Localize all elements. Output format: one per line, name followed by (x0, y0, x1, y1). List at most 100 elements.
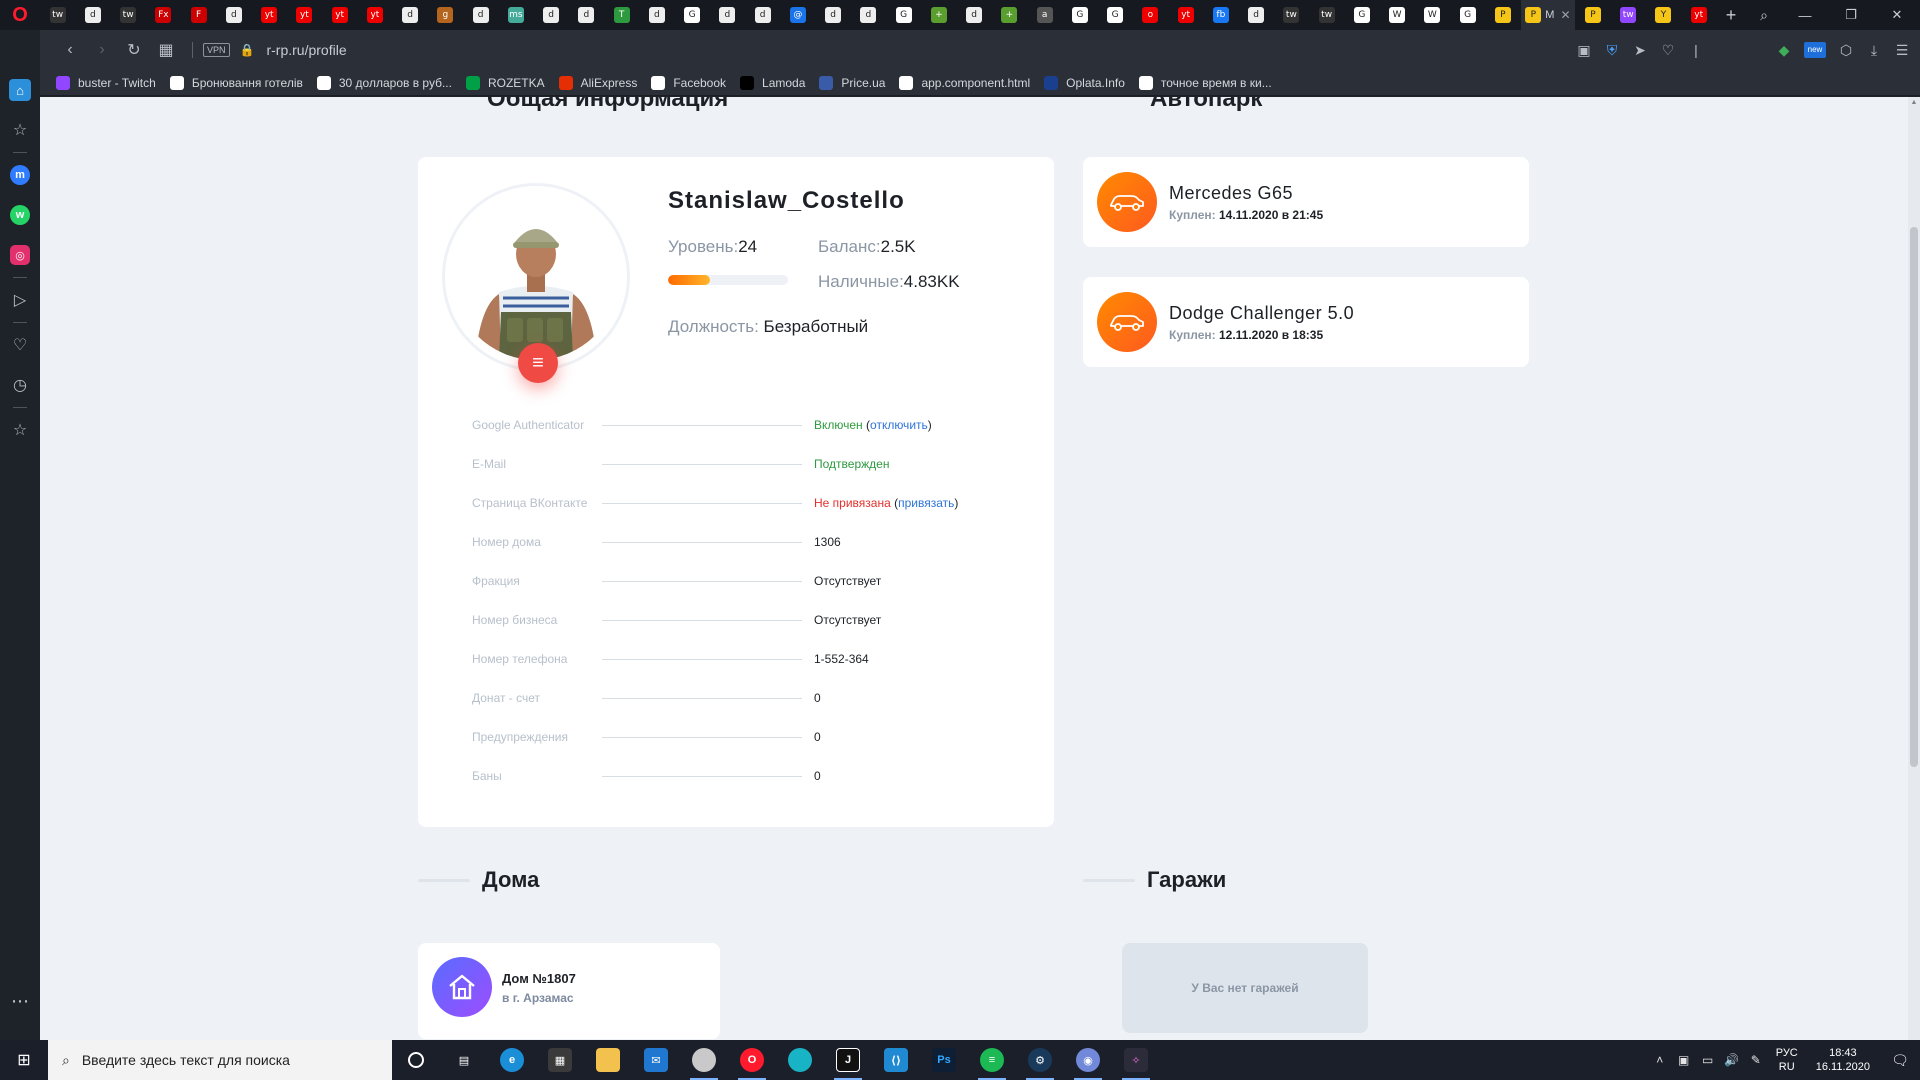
pen-icon[interactable]: ✎ (1744, 1053, 1768, 1067)
bookmark-item[interactable]: 30 долларов в руб... (316, 75, 452, 90)
language-indicator[interactable]: РУС RU (1776, 1046, 1798, 1074)
taskbar-search[interactable]: ⌕ Введите здесь текст для поиска (48, 1040, 392, 1080)
browser-tab[interactable]: G (886, 0, 921, 30)
url-field[interactable]: r-rp.ru/profile (266, 42, 346, 58)
sidebar-item-bookmarks[interactable]: ☆ (0, 110, 40, 150)
network-icon[interactable]: ▭ (1696, 1053, 1720, 1067)
info-action-link[interactable]: привязать (898, 496, 954, 510)
browser-tab[interactable]: d (710, 0, 745, 30)
sidebar-item-instagram[interactable]: ◎ (0, 235, 40, 275)
extension-icon[interactable]: ◆ (1770, 42, 1798, 59)
browser-tab[interactable]: d (745, 0, 780, 30)
browser-tab[interactable]: W (1380, 0, 1415, 30)
close-tab-icon[interactable]: ✕ (1560, 8, 1570, 22)
browser-tab[interactable]: d (957, 0, 992, 30)
sidebar-item-favorites[interactable]: ♡ (0, 325, 40, 365)
speed-dial-icon[interactable]: ▦ (150, 40, 182, 60)
browser-tab[interactable]: Y (1646, 0, 1681, 30)
game-launcher-icon[interactable] (680, 1040, 728, 1080)
bookmark-item[interactable]: Oplata.Info (1044, 75, 1125, 90)
browser-tab[interactable]: P (1485, 0, 1520, 30)
browser-tab[interactable]: T (604, 0, 639, 30)
sidebar-item-whatsapp[interactable]: w (0, 195, 40, 235)
browser-tab[interactable]: W (1415, 0, 1450, 30)
browser-tab[interactable]: a (1027, 0, 1062, 30)
volume-icon[interactable]: 🔊 (1720, 1053, 1744, 1067)
page-scrollbar[interactable]: ▲ (1908, 97, 1920, 1040)
camera-icon[interactable]: ▣ (1570, 42, 1598, 59)
browser-tab[interactable]: G (1450, 0, 1485, 30)
tab-search-icon[interactable]: ⌕ (1746, 7, 1782, 24)
browser-tab[interactable]: yt (252, 0, 287, 30)
browser-tab[interactable]: yt (287, 0, 322, 30)
opera-menu-icon[interactable]: O (0, 0, 40, 30)
steam-icon[interactable]: ⚙ (1016, 1040, 1064, 1080)
vscode-icon[interactable]: ⟨⟩ (872, 1040, 920, 1080)
browser-tab[interactable]: yt (357, 0, 392, 30)
lock-icon[interactable]: 🔒 (240, 43, 255, 57)
bookmark-item[interactable]: Lamoda (740, 75, 805, 90)
reload-icon[interactable]: ↻ (118, 40, 150, 60)
browser-tab[interactable]: d (75, 0, 110, 30)
browser-tab[interactable]: @ (780, 0, 815, 30)
download-icon[interactable]: ⤓ (1860, 42, 1888, 59)
shield-icon[interactable]: ⛨ (1598, 42, 1626, 59)
minimize-icon[interactable]: — (1782, 0, 1828, 30)
browser-tab[interactable]: yt (322, 0, 357, 30)
bookmark-item[interactable]: Бронювання готелів (169, 75, 303, 90)
close-icon[interactable]: ✕ (1874, 0, 1920, 30)
browser-tab[interactable]: d (1239, 0, 1274, 30)
sidebar-item-home[interactable]: ⌂ (0, 70, 40, 110)
browser-tab[interactable]: fb (1203, 0, 1238, 30)
browser-tab[interactable]: + (992, 0, 1027, 30)
browser-tab[interactable]: g (428, 0, 463, 30)
browser-tab[interactable]: yt (1168, 0, 1203, 30)
browser-tab[interactable]: tw (111, 0, 146, 30)
forward-icon[interactable]: › (86, 41, 118, 59)
sidebar-item-history[interactable]: ◷ (0, 365, 40, 405)
house-card[interactable]: Дом №1807 в г. Арзамас (418, 943, 720, 1039)
browser-tab[interactable]: d (816, 0, 851, 30)
bookmark-item[interactable]: Price.ua (819, 75, 885, 90)
task-view-icon[interactable]: ▤ (440, 1040, 488, 1080)
notifications-icon[interactable]: 🗨 (1880, 1052, 1920, 1069)
cortana-icon[interactable] (392, 1040, 440, 1080)
app-icon-teal[interactable] (776, 1040, 824, 1080)
scrollbar-thumb[interactable] (1910, 227, 1918, 767)
browser-tab[interactable]: d (393, 0, 428, 30)
spotify-icon[interactable]: ≡ (968, 1040, 1016, 1080)
browser-tab[interactable]: d (534, 0, 569, 30)
browser-tab[interactable]: d (639, 0, 674, 30)
app-icon-pink[interactable]: ✧ (1112, 1040, 1160, 1080)
tray-expand-icon[interactable]: ˄ (1648, 1053, 1672, 1067)
new-extension-badge[interactable]: new (1804, 42, 1826, 58)
photoshop-icon[interactable]: Ps (920, 1040, 968, 1080)
browser-tab[interactable]: o (1133, 0, 1168, 30)
more-icon[interactable]: ⋯ (11, 991, 29, 1012)
info-action-link[interactable]: отключить (870, 418, 928, 432)
browser-tab[interactable]: G (675, 0, 710, 30)
restore-icon[interactable]: ❐ (1828, 0, 1874, 30)
browser-tab[interactable]: tw (1309, 0, 1344, 30)
vpn-badge[interactable]: VPN (203, 43, 230, 57)
browser-tab[interactable]: d (216, 0, 251, 30)
tray-app-icon[interactable]: ▣ (1672, 1053, 1696, 1067)
heart-icon[interactable]: ♡ (1654, 42, 1682, 59)
car-card[interactable]: Dodge Challenger 5.0 Куплен: 12.11.2020 в… (1083, 277, 1529, 367)
browser-tab[interactable]: tw (1611, 0, 1646, 30)
sidebar-item-player[interactable]: ▷ (0, 280, 40, 320)
car-card[interactable]: Mercedes G65 Куплен: 14.11.2020 в 21:45 (1083, 157, 1529, 247)
edge-icon[interactable]: e (488, 1040, 536, 1080)
bookmark-item[interactable]: AliExpress (558, 75, 637, 90)
cube-icon[interactable]: ⬡ (1832, 42, 1860, 59)
active-browser-tab[interactable]: P M ✕ (1520, 0, 1576, 30)
browser-tab[interactable]: yt (1681, 0, 1716, 30)
profile-menu-button[interactable]: ≡ (518, 343, 558, 383)
browser-tab[interactable]: F (181, 0, 216, 30)
browser-tab[interactable]: ms (498, 0, 533, 30)
browser-tab[interactable]: P (1575, 0, 1610, 30)
browser-tab[interactable]: d (851, 0, 886, 30)
scroll-up-icon[interactable]: ▲ (1909, 99, 1919, 106)
browser-tab[interactable]: Fx (146, 0, 181, 30)
browser-tab[interactable]: tw (1274, 0, 1309, 30)
